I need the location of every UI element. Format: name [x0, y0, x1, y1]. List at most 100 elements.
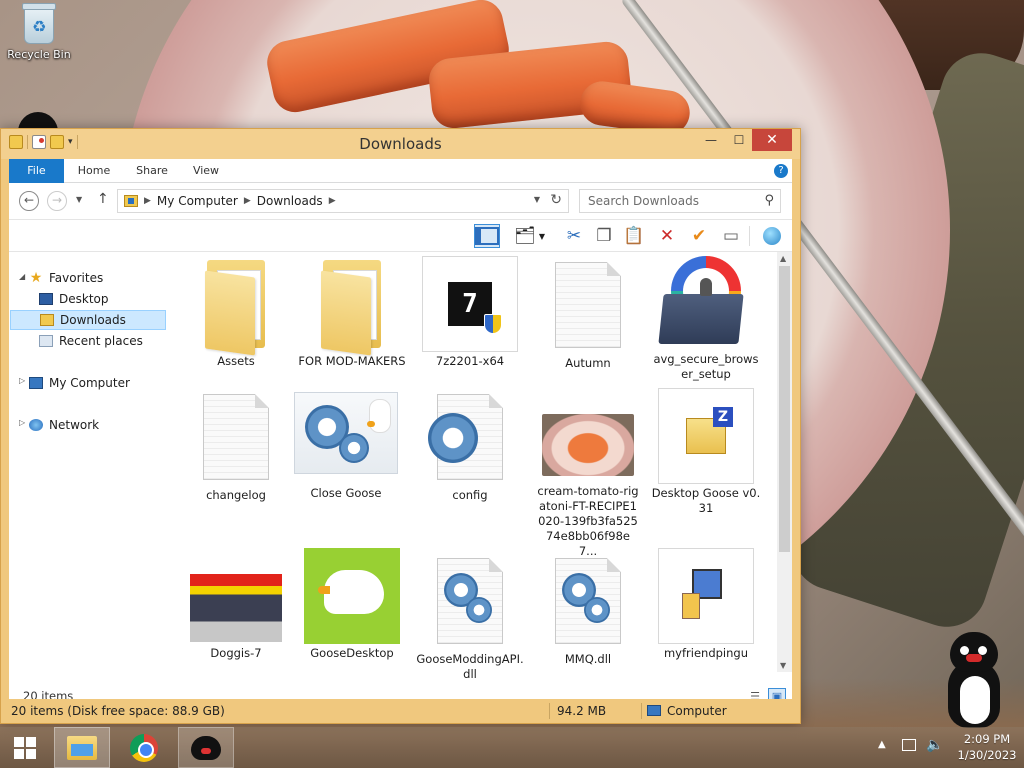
chevron-right-icon[interactable]: ▶	[329, 196, 336, 206]
system-tray: ▲ 🔈 2:09 PM 1/30/2023	[864, 727, 1024, 768]
search-input[interactable]: Search Downloads ⚲	[579, 189, 781, 213]
file-item[interactable]: config	[415, 388, 525, 503]
nav-favorites[interactable]: ★ Favorites	[29, 268, 104, 288]
avg-installer-icon	[658, 256, 753, 346]
nav-favorites-label: Favorites	[49, 271, 104, 285]
file-item[interactable]: avg_secure_browser_setup	[651, 256, 761, 382]
tab-view[interactable]: View	[183, 159, 229, 183]
file-item[interactable]: Assets	[181, 256, 291, 369]
paste-icon[interactable]: 📋	[621, 224, 647, 248]
chevron-right-icon[interactable]: ▶	[244, 196, 251, 206]
delete-icon[interactable]: ✕	[654, 224, 680, 248]
show-hidden-icons-icon[interactable]: ▲	[878, 739, 886, 750]
file-item[interactable]: 7 7z2201-x64	[415, 256, 525, 369]
collapse-arrow-icon[interactable]: ◢	[19, 272, 25, 281]
recycle-bin-desktop-icon[interactable]: Recycle Bin	[4, 3, 74, 61]
dll-gear-icon	[555, 558, 621, 644]
file-name: GooseModdingAPI.dll	[416, 652, 524, 681]
tab-share[interactable]: Share	[129, 159, 175, 183]
nav-desktop-label: Desktop	[59, 292, 109, 306]
details-icon[interactable]: ▭	[718, 224, 744, 248]
config-gear-icon	[428, 394, 503, 480]
nav-my-computer[interactable]: My Computer	[29, 373, 130, 393]
recycle-bin-icon	[22, 3, 56, 44]
nav-downloads[interactable]: Downloads	[10, 310, 166, 330]
file-item[interactable]: FOR MOD-MAKERS	[297, 256, 407, 369]
cut-icon[interactable]: ✂	[561, 224, 587, 248]
installer-icon	[658, 548, 754, 644]
7zip-installer-icon: 7	[422, 256, 518, 352]
back-button[interactable]: ←	[19, 191, 39, 211]
star-icon: ★	[29, 270, 43, 286]
nav-recent-places[interactable]: Recent places	[39, 331, 143, 351]
folder-icon	[319, 256, 385, 356]
title-bar[interactable]: ▾ Downloads — ☐ ✕	[1, 129, 800, 159]
file-item[interactable]: cream-tomato-rigatoni-FT-RECIPE1020-139f…	[533, 388, 643, 559]
file-item[interactable]: MMQ.dll	[533, 552, 643, 667]
expand-arrow-icon[interactable]: ▷	[19, 418, 25, 427]
close-button[interactable]: ✕	[752, 129, 792, 151]
scrollbar-thumb[interactable]	[779, 266, 790, 552]
file-item[interactable]: Doggis-7	[181, 548, 291, 661]
address-bar[interactable]: ▶ My Computer ▶ Downloads ▶ ▼ ↻	[117, 189, 569, 213]
file-name: FOR MOD-MAKERS	[298, 354, 406, 368]
network-status-icon[interactable]	[902, 739, 916, 751]
breadcrumb-downloads[interactable]: Downloads	[257, 194, 323, 208]
file-item[interactable]: changelog	[181, 388, 291, 503]
computer-icon	[647, 705, 661, 716]
scroll-up-arrow-icon[interactable]: ▲	[780, 254, 786, 263]
breadcrumb-my-computer[interactable]: My Computer	[157, 194, 238, 208]
file-item[interactable]: Close Goose	[291, 392, 401, 501]
nav-network[interactable]: Network	[29, 415, 99, 435]
search-placeholder: Search Downloads	[588, 194, 699, 208]
file-item[interactable]: Autumn	[533, 256, 643, 371]
pingu-desktop-pet[interactable]	[944, 632, 1004, 728]
ribbon-tabs: File Home Share View ?	[9, 159, 792, 183]
refresh-icon[interactable]: ↻	[550, 192, 562, 208]
taskbar-chrome[interactable]	[116, 727, 172, 768]
status-bar: 20 items (Disk free space: 88.9 GB) 94.2…	[1, 699, 800, 723]
folder-icon	[203, 256, 269, 356]
file-item[interactable]: GooseDesktop	[297, 548, 407, 661]
document-icon	[555, 262, 621, 348]
nav-desktop[interactable]: Desktop	[39, 289, 109, 309]
clock[interactable]: 2:09 PM 1/30/2023	[952, 731, 1022, 763]
image-thumbnail	[190, 574, 282, 642]
separator	[641, 703, 642, 719]
minimize-button[interactable]: —	[698, 129, 724, 151]
taskbar-file-explorer[interactable]	[54, 727, 110, 768]
recent-locations-chevron-icon[interactable]: ▼	[76, 195, 82, 204]
rename-checkmark-icon[interactable]: ✔	[686, 224, 712, 248]
shell-globe-icon[interactable]	[759, 224, 785, 248]
file-grid: Assets FOR MOD-MAKERS 7 7z2201-x64 Autum…	[169, 252, 777, 686]
taskbar-pingu-app[interactable]	[178, 727, 234, 768]
file-name: Desktop Goose v0.31	[651, 486, 761, 515]
preview-pane-button[interactable]	[474, 224, 500, 248]
tab-file[interactable]: File	[9, 159, 64, 183]
document-icon	[203, 394, 269, 480]
goose-app-icon	[304, 548, 400, 644]
nav-downloads-label: Downloads	[60, 313, 126, 327]
properties-button[interactable]: 🗂	[512, 224, 538, 248]
vertical-scrollbar[interactable]: ▲ ▼	[777, 252, 792, 672]
help-icon[interactable]: ?	[774, 164, 788, 178]
status-location-label: Computer	[667, 704, 727, 718]
start-button[interactable]	[0, 727, 50, 768]
volume-icon[interactable]: 🔈	[926, 737, 943, 753]
chevron-right-icon[interactable]: ▶	[144, 196, 151, 206]
properties-dropdown-icon[interactable]: ▼	[537, 224, 547, 248]
file-item[interactable]: GooseModdingAPI.dll	[415, 552, 525, 682]
expand-arrow-icon[interactable]: ▷	[19, 376, 25, 385]
forward-button[interactable]: →	[47, 191, 67, 211]
maximize-button[interactable]: ☐	[726, 129, 752, 151]
search-icon[interactable]: ⚲	[764, 193, 774, 208]
nav-computer-label: My Computer	[49, 376, 130, 390]
tab-home[interactable]: Home	[71, 159, 117, 183]
file-item[interactable]: myfriendpingu	[651, 548, 761, 661]
address-history-dropdown-icon[interactable]: ▼	[534, 195, 540, 204]
scroll-down-arrow-icon[interactable]: ▼	[780, 661, 786, 670]
copy-icon[interactable]: ❐	[591, 224, 617, 248]
content-area: ◢ ★ Favorites Desktop Downloads Recent p…	[9, 251, 792, 686]
up-arrow-icon[interactable]: ↑	[97, 191, 109, 207]
file-item[interactable]: Desktop Goose v0.31	[651, 388, 761, 516]
